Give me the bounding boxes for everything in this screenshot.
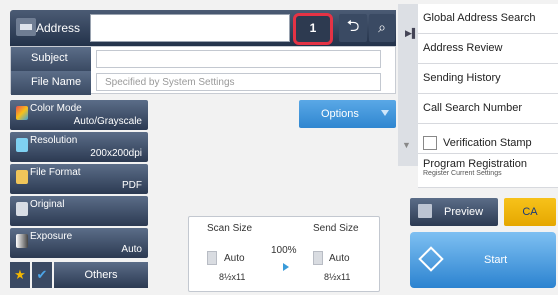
paper-icon	[313, 251, 323, 265]
subject-label: Subject	[11, 47, 91, 71]
main-panel: Address 1 ⮌ ⌕ Subject File Name Specifie…	[10, 6, 408, 292]
file-format-button[interactable]: File Format PDF	[10, 164, 148, 194]
resolution-icon	[16, 138, 28, 152]
undo-icon: ⮌	[346, 18, 360, 35]
global-address-search-item[interactable]: Global Address Search	[418, 4, 558, 34]
action-panel: ▶▌ ▼ Global Address Search Address Revie…	[398, 0, 558, 295]
back-button[interactable]: ⮌	[339, 14, 367, 42]
ratio-value: 100%	[271, 245, 297, 256]
original-button[interactable]: Original	[10, 196, 148, 226]
mode-list: Color Mode Auto/Grayscale Resolution 200…	[10, 100, 148, 260]
arrow-right-icon	[283, 263, 289, 271]
collapse-icon: ▶▌	[405, 28, 419, 38]
send-size-label: Send Size	[313, 223, 359, 234]
scroll-down-icon[interactable]: ▼	[402, 140, 414, 152]
scan-size-value: Auto	[224, 253, 245, 264]
send-paper-size: 8½x11	[324, 272, 351, 282]
filename-input[interactable]: Specified by System Settings	[96, 73, 381, 91]
preview-button[interactable]: Preview	[410, 198, 498, 226]
color-mode-icon	[16, 106, 28, 120]
scan-size-label: Scan Size	[207, 223, 253, 234]
others-button[interactable]: Others	[54, 262, 148, 288]
start-button[interactable]: Start	[410, 232, 556, 288]
checkmark-icon: ✔	[36, 267, 48, 282]
exposure-icon	[16, 234, 28, 248]
address-label: Address	[36, 21, 81, 35]
start-icon	[418, 246, 444, 272]
options-button[interactable]: Options	[299, 100, 396, 128]
scan-paper-size: 8½x11	[219, 272, 246, 282]
address-book-icon[interactable]	[16, 18, 36, 36]
address-review-item[interactable]: Address Review	[418, 34, 558, 64]
action-menu: Global Address Search Address Review Sen…	[418, 4, 558, 188]
check-button[interactable]: ✔	[32, 262, 52, 288]
favorite-button[interactable]: ★	[10, 262, 30, 288]
color-mode-button[interactable]: Color Mode Auto/Grayscale	[10, 100, 148, 130]
verification-stamp-item[interactable]: Verification Stamp	[418, 124, 558, 154]
scan-send-size-panel[interactable]: Scan Size Send Size 100% Auto Auto 8½x11…	[188, 216, 380, 292]
panel-collapse-strip[interactable]: ▶▌ ▼	[398, 4, 418, 166]
address-bar: Address 1 ⮌ ⌕	[10, 10, 396, 46]
paper-icon	[207, 251, 217, 265]
chevron-down-icon	[381, 110, 389, 116]
search-icon: ⌕	[378, 19, 386, 35]
address-input[interactable]	[90, 14, 290, 42]
clear-all-button[interactable]: CA	[504, 198, 556, 226]
file-format-icon	[16, 170, 28, 184]
send-size-value: Auto	[329, 253, 350, 264]
subject-input[interactable]	[96, 50, 381, 68]
program-registration-item[interactable]: Program Registration Register Current Se…	[418, 154, 558, 188]
sending-history-item[interactable]: Sending History	[418, 64, 558, 94]
bottom-toolbar: ★ ✔ Others	[10, 262, 148, 288]
star-icon: ★	[14, 267, 26, 282]
original-icon	[16, 202, 28, 216]
filename-label: File Name	[11, 71, 91, 95]
resolution-button[interactable]: Resolution 200x200dpi	[10, 132, 148, 162]
call-search-number-item[interactable]: Call Search Number	[418, 94, 558, 124]
preview-icon	[418, 204, 432, 218]
exposure-button[interactable]: Exposure Auto	[10, 228, 148, 258]
verification-stamp-checkbox[interactable]	[423, 135, 437, 150]
subject-filename-block: Subject File Name Specified by System Se…	[10, 46, 396, 95]
search-button[interactable]: ⌕	[369, 14, 395, 42]
address-count-button[interactable]: 1	[293, 13, 333, 45]
